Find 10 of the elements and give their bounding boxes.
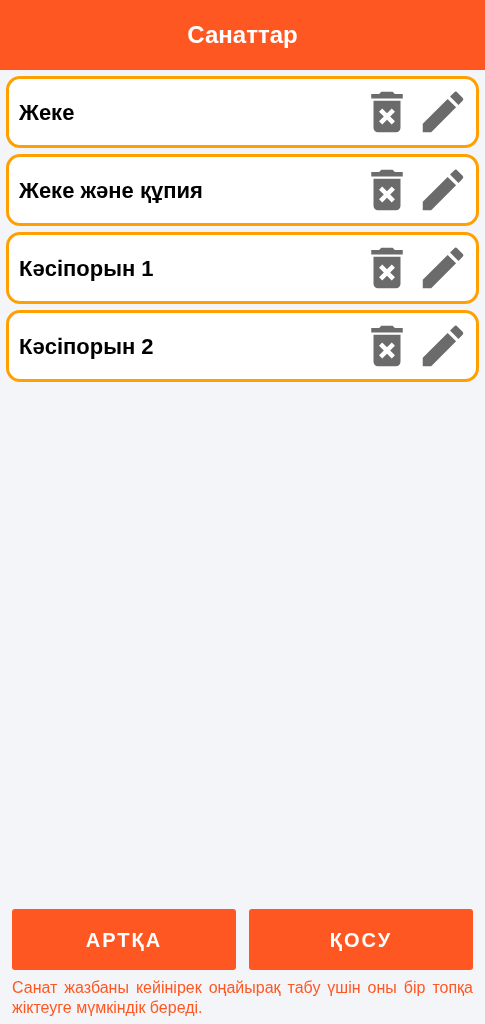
category-card[interactable]: Кәсіпорын 2 — [6, 310, 479, 382]
screen-title: Санаттар — [187, 20, 298, 50]
category-card[interactable]: Кәсіпорын 1 — [6, 232, 479, 304]
category-card[interactable]: Жеке — [6, 76, 479, 148]
category-name: Жеке және құпия — [19, 176, 204, 205]
category-card[interactable]: Жеке және құпия — [6, 154, 479, 226]
category-name: Кәсіпорын 2 — [19, 332, 155, 361]
category-name: Жеке — [19, 98, 76, 127]
help-text: Санат жазбаны кейінірек оңайырақ табу үшін оны бір топқа жіктеуге мүмкіндік береді. — [11, 978, 474, 1018]
category-name: Кәсіпорын 1 — [19, 254, 155, 283]
